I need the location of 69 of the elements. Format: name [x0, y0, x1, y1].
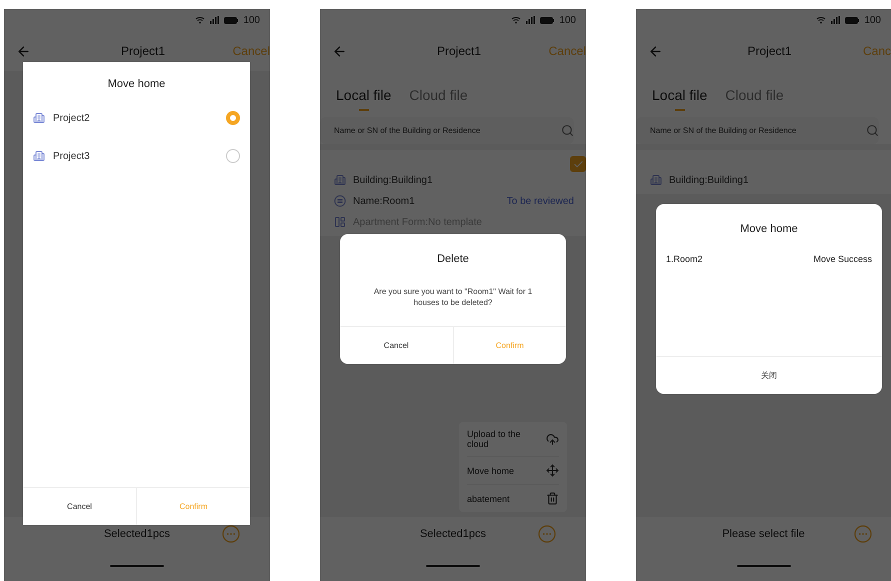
more-button[interactable] [538, 525, 556, 543]
wifi-icon [816, 16, 826, 24]
more-button[interactable] [854, 525, 872, 543]
list-circle-icon [334, 195, 346, 207]
signal-icon [526, 16, 536, 24]
more-button[interactable] [222, 525, 240, 543]
radio-button[interactable] [226, 111, 240, 125]
dialog-button[interactable]: Cancel [23, 488, 136, 525]
battery-icon [224, 16, 238, 24]
search-icon [561, 124, 574, 137]
more-icon [222, 525, 240, 543]
layout-icon [334, 216, 346, 228]
dialog-message: Are you sure you want to "Room1" Wait for 1 houses to be deleted? [372, 286, 534, 309]
back-button[interactable] [16, 44, 31, 58]
checkbox[interactable] [570, 156, 586, 172]
selection-status: Selected1pcs [104, 528, 170, 540]
tab[interactable]: Local file [652, 87, 708, 111]
wifi-icon [195, 16, 206, 24]
menu-item[interactable]: Move home [467, 457, 559, 485]
tab[interactable]: Local file [336, 87, 392, 111]
back-button[interactable] [332, 44, 347, 58]
signal-icon [210, 16, 220, 24]
record-field: Building:Building1 [353, 174, 433, 186]
trash-icon [546, 492, 559, 505]
more-icon [854, 525, 872, 543]
battery-level: 100 [243, 14, 260, 26]
battery-level: 100 [559, 14, 576, 26]
menu-item[interactable]: abatement [467, 485, 559, 512]
dialog-button[interactable]: Cancel [340, 327, 452, 364]
home-indicator [110, 565, 164, 567]
project-option[interactable]: Project3 [23, 146, 250, 166]
search-icon [866, 124, 879, 137]
option-label: Project2 [53, 112, 90, 124]
page-title: Project1 [436, 44, 482, 58]
battery-icon [845, 16, 860, 24]
building-icon [33, 150, 45, 162]
radio-button[interactable] [226, 149, 240, 163]
room-name: 1.Room2 [666, 254, 703, 264]
dialog-button[interactable]: 关闭 [656, 357, 882, 394]
building-icon [334, 174, 346, 186]
battery-level: 100 [864, 14, 881, 26]
project-option[interactable]: Project2 [23, 108, 250, 128]
record-field: Name:Room1 [353, 196, 415, 206]
cloud-upload-icon [546, 432, 559, 446]
dialog-button[interactable]: Confirm [452, 327, 566, 364]
record-field: Building:Building1 [669, 174, 749, 186]
menu-item[interactable]: Upload to the cloud [467, 422, 559, 457]
home-indicator [736, 565, 790, 567]
battery-icon [540, 16, 554, 24]
dialog-title: Delete [436, 252, 470, 265]
more-icon [538, 525, 556, 543]
building-icon [650, 174, 662, 186]
move-status: Move Success [813, 254, 872, 264]
option-label: Project3 [53, 150, 90, 162]
selection-status: Selected1pcs [420, 528, 486, 540]
home-indicator [426, 565, 480, 567]
selection-status: Please select file [722, 528, 805, 540]
move-icon [546, 464, 559, 477]
page-title: Project1 [120, 44, 166, 58]
page-title: Project1 [747, 44, 792, 58]
signal-icon [831, 16, 840, 24]
building-icon [33, 112, 45, 124]
check-icon [572, 158, 584, 170]
dialog-title: Move home [106, 77, 166, 90]
review-status: To be reviewed [506, 196, 574, 206]
wifi-icon [511, 16, 522, 24]
back-button[interactable] [648, 44, 663, 58]
dialog-title: Move home [739, 222, 799, 235]
dialog-button[interactable]: Confirm [136, 488, 250, 525]
